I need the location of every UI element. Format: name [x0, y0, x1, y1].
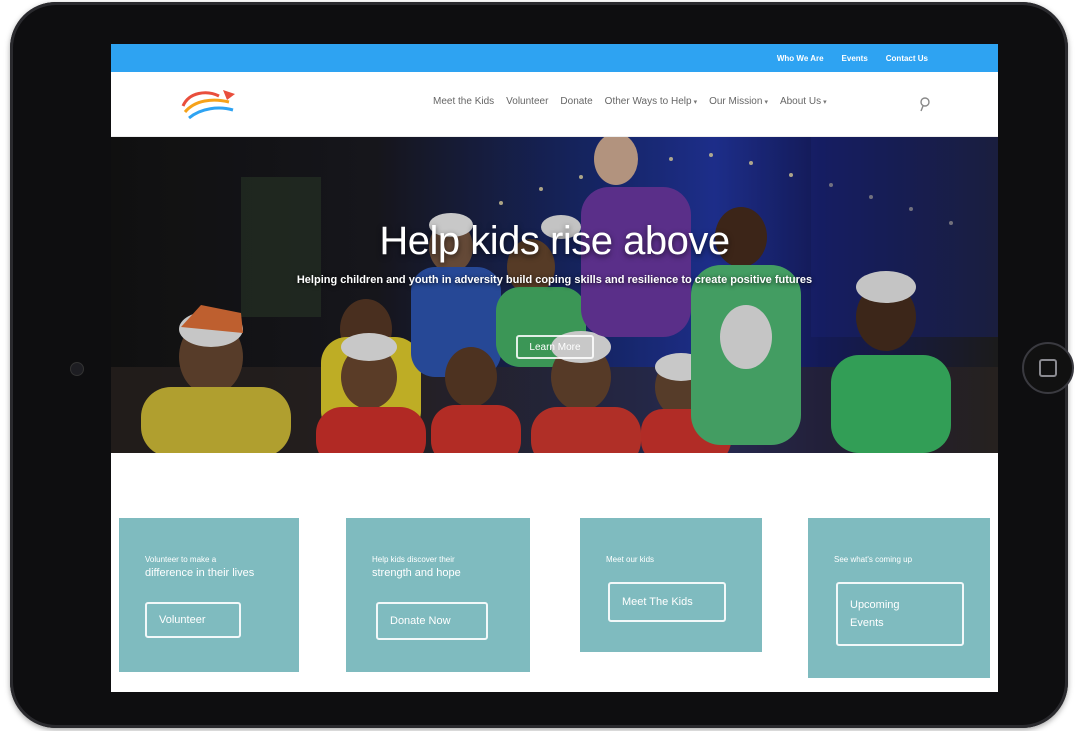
home-button[interactable] [1022, 342, 1074, 394]
topbar-link-who-we-are[interactable]: Who We Are [777, 54, 824, 63]
hero-subtitle: Helping children and youth in adversity … [296, 274, 813, 286]
cta-meet-kids-line1: Meet our kids [606, 555, 655, 564]
topbar-link-events[interactable]: Events [842, 54, 868, 63]
cta-box-events: See what's coming up Upcoming Events [808, 518, 990, 678]
hero-banner: Help kids rise above Helping children an… [111, 137, 998, 453]
main-menu: Meet the Kids Volunteer Donate Other Way… [433, 96, 827, 107]
site-logo[interactable] [179, 86, 239, 122]
search-icon[interactable] [919, 96, 931, 112]
camera-lens [70, 362, 84, 376]
cta-donate-line2: strength and hope [372, 567, 461, 579]
cta-volunteer-line2: difference in their lives [145, 567, 255, 579]
main-navbar: Meet the Kids Volunteer Donate Other Way… [111, 72, 998, 137]
cta-box-donate: Help kids discover their strength and ho… [346, 518, 530, 672]
nav-item-donate[interactable]: Donate [560, 96, 592, 107]
chevron-down-icon: ▾ [823, 99, 827, 106]
top-utility-bar: Who We Are Events Contact Us [111, 44, 998, 72]
nav-item-about-us[interactable]: About Us ▾ [780, 96, 827, 107]
nav-item-meet-the-kids[interactable]: Meet the Kids [433, 96, 494, 107]
nav-item-volunteer[interactable]: Volunteer [506, 96, 548, 107]
meet-the-kids-button[interactable]: Meet The Kids [608, 582, 726, 622]
cta-box-volunteer: Volunteer to make a difference in their … [119, 518, 299, 672]
nav-item-our-mission[interactable]: Our Mission ▾ [709, 96, 768, 107]
nav-item-other-ways[interactable]: Other Ways to Help ▾ [605, 96, 697, 107]
hero-title: Help kids rise above [379, 219, 730, 263]
chevron-down-icon: ▾ [693, 99, 698, 106]
upcoming-events-button[interactable]: Upcoming Events [836, 582, 964, 646]
webpage-screen: Who We Are Events Contact Us Meet the Ki… [111, 44, 998, 692]
cta-box-meet-kids: Meet our kids Meet The Kids [580, 518, 762, 652]
cta-events-line1: See what's coming up [834, 555, 913, 564]
cta-donate-line1: Help kids discover their [372, 555, 455, 564]
volunteer-button[interactable]: Volunteer [145, 602, 241, 638]
chevron-down-icon: ▾ [764, 99, 768, 106]
donate-now-button[interactable]: Donate Now [376, 602, 488, 640]
topbar-link-contact-us[interactable]: Contact Us [886, 54, 928, 63]
cta-volunteer-line1: Volunteer to make a [145, 555, 217, 564]
learn-more-button[interactable]: Learn More [516, 335, 594, 359]
